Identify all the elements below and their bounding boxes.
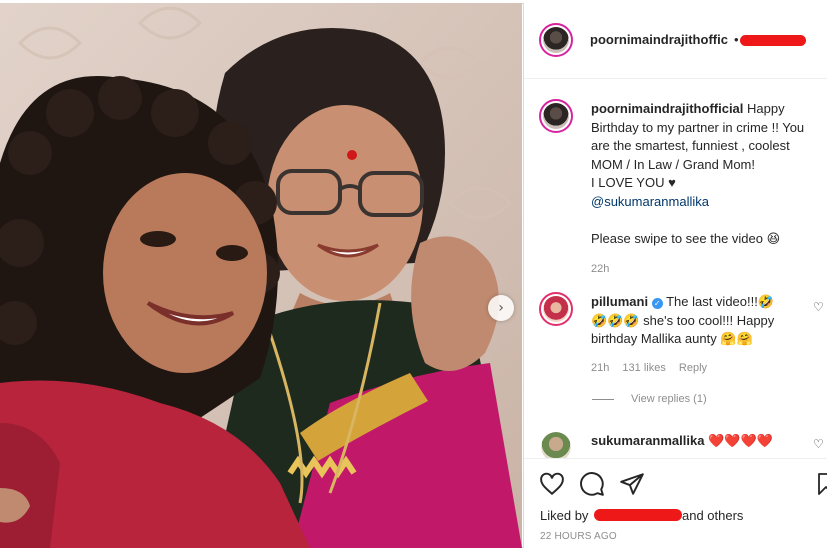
comment-text: ❤️❤️❤️❤️ xyxy=(708,433,773,448)
caption-mention[interactable]: @sukumaranmallika xyxy=(591,193,823,212)
next-photo-button[interactable]: › xyxy=(488,295,514,321)
comment-like-icon[interactable]: ♡ xyxy=(813,300,824,314)
comments-scroll-area[interactable]: poornimaindrajithofficial Happy Birthday… xyxy=(524,80,827,458)
comment-item: sukumaranmallika ❤️❤️❤️❤️ xyxy=(591,432,806,451)
comment-text: birthday Mallika aunty 🤗🤗 xyxy=(591,331,753,346)
photo-illustration xyxy=(0,3,522,548)
verified-badge-icon: ✓ xyxy=(651,298,663,309)
caption-avatar[interactable] xyxy=(539,99,573,133)
caption-line: are the smartest, funniest , coolest xyxy=(591,138,790,153)
post-photo[interactable]: › xyxy=(0,3,522,548)
chevron-right-icon: › xyxy=(498,300,504,316)
post-actions: Liked by and others 22 HOURS AGO xyxy=(524,458,827,548)
caption-line: Birthday to my partner in crime !! You xyxy=(591,119,805,135)
redaction-mark xyxy=(740,35,806,46)
liked-by-label: Liked by xyxy=(540,508,589,523)
reply-button[interactable]: Reply xyxy=(679,362,707,374)
author-avatar[interactable] xyxy=(539,23,573,57)
liked-by-line: Liked by and others xyxy=(540,508,743,523)
caption-line: Please swipe to see the video 😆 xyxy=(591,230,781,246)
post-caption: poornimaindrajithofficial Happy Birthday… xyxy=(591,100,823,279)
view-replies-button[interactable]: View replies (1) xyxy=(631,393,707,405)
comment-text: 🤣🤣🤣 she's too cool!!! Happy xyxy=(591,312,775,328)
replies-divider xyxy=(592,399,614,400)
commenter-avatar[interactable] xyxy=(539,292,573,326)
caption-age[interactable]: 22h xyxy=(591,260,823,279)
paper-plane-icon[interactable] xyxy=(619,471,645,497)
commenter-avatar[interactable] xyxy=(541,432,571,458)
author-username[interactable]: poornimaindrajithoffic xyxy=(590,32,728,47)
comment-like-icon[interactable]: ♡ xyxy=(813,437,824,451)
heart-icon[interactable] xyxy=(539,471,565,497)
comment-item: pillumani ✓ The last video!!!🤣 🤣🤣🤣 she's… xyxy=(591,293,806,377)
comment-icon[interactable] xyxy=(579,471,605,497)
comment-age[interactable]: 21h xyxy=(591,362,609,374)
comment-likes[interactable]: 131 likes xyxy=(622,362,665,374)
caption-line: I LOVE YOU ♥ xyxy=(591,175,676,190)
post-side-panel: poornimaindrajithoffic • poornimaindraji… xyxy=(523,3,827,548)
redaction-mark xyxy=(594,509,682,521)
follow-separator: • xyxy=(734,32,739,47)
and-others-link[interactable]: and others xyxy=(682,508,743,523)
comment-username[interactable]: sukumaranmallika xyxy=(591,433,704,448)
comment-text: The last video!!!🤣 xyxy=(666,294,775,309)
comment-username[interactable]: pillumani xyxy=(591,294,648,309)
caption-username[interactable]: poornimaindrajithofficial xyxy=(591,101,743,116)
caption-line: MOM / In Law / Grand Mom! xyxy=(591,156,755,172)
post-timestamp[interactable]: 22 HOURS AGO xyxy=(540,531,617,542)
caption-text: Happy xyxy=(747,101,785,116)
comment-meta: 21h 131 likes Reply xyxy=(591,359,806,378)
post-header: poornimaindrajithoffic • xyxy=(524,3,827,79)
bookmark-icon[interactable] xyxy=(816,471,827,497)
